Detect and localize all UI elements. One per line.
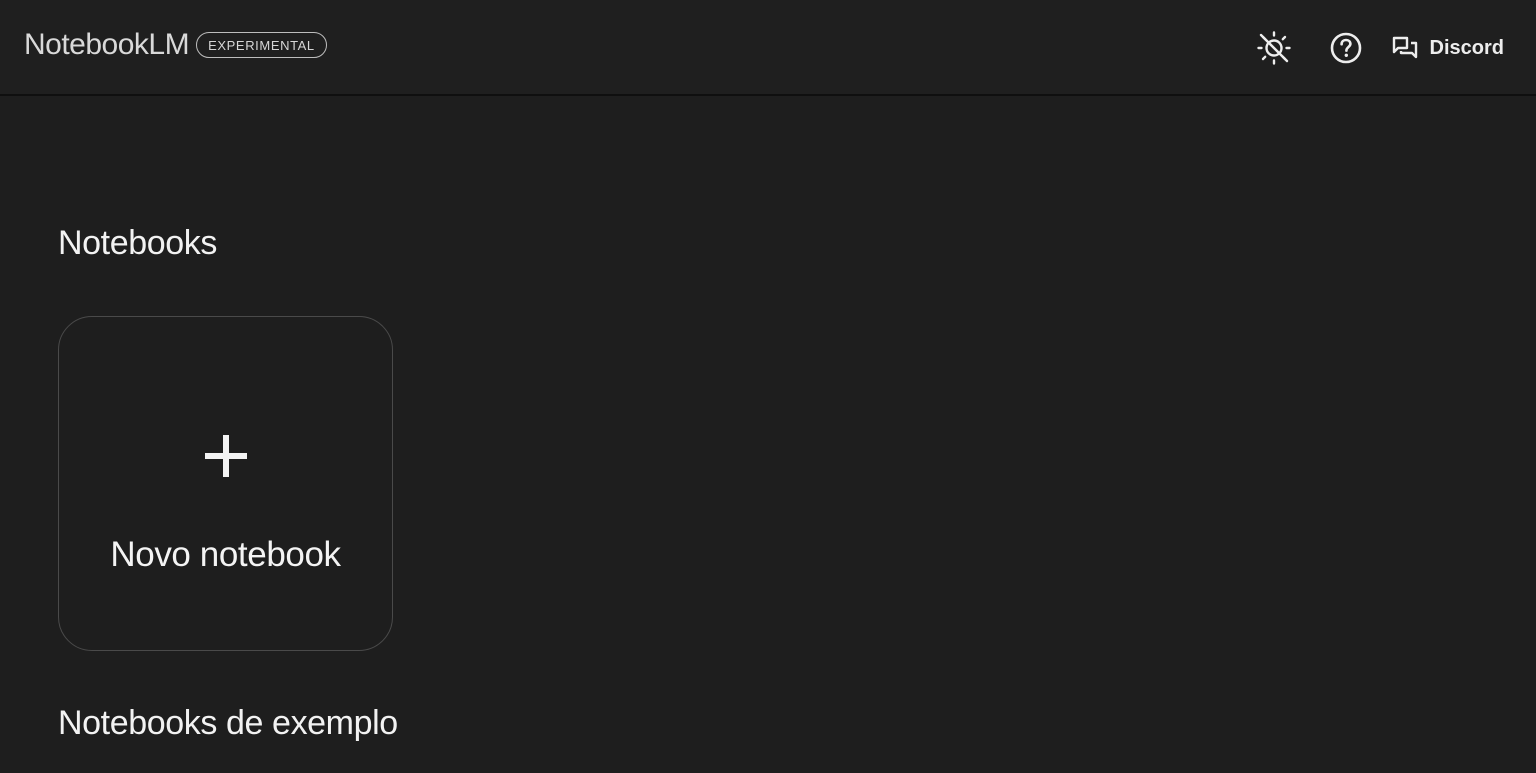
discord-link[interactable]: Discord [1392,28,1504,68]
app-logo-text: NotebookLM [24,28,190,61]
header-actions: Discord [1254,28,1504,68]
brand[interactable]: NotebookLM EXPERIMENTAL [24,28,327,62]
example-notebooks-section-title: Notebooks de exemplo [58,704,398,742]
help-button[interactable] [1326,28,1366,68]
top-bar: NotebookLM EXPERIMENTAL Discord [0,0,1536,96]
experimental-badge: EXPERIMENTAL [196,32,327,58]
help-circle-icon [1329,31,1363,65]
theme-toggle-button[interactable] [1254,28,1294,68]
new-notebook-label: Novo notebook [110,535,341,574]
brightness-toggle-icon [1255,29,1293,67]
new-notebook-card[interactable]: Novo notebook [58,316,393,651]
discord-label: Discord [1429,36,1504,59]
notebooks-section-title: Notebooks [58,224,217,262]
plus-icon [59,433,392,479]
forum-icon [1392,36,1418,60]
